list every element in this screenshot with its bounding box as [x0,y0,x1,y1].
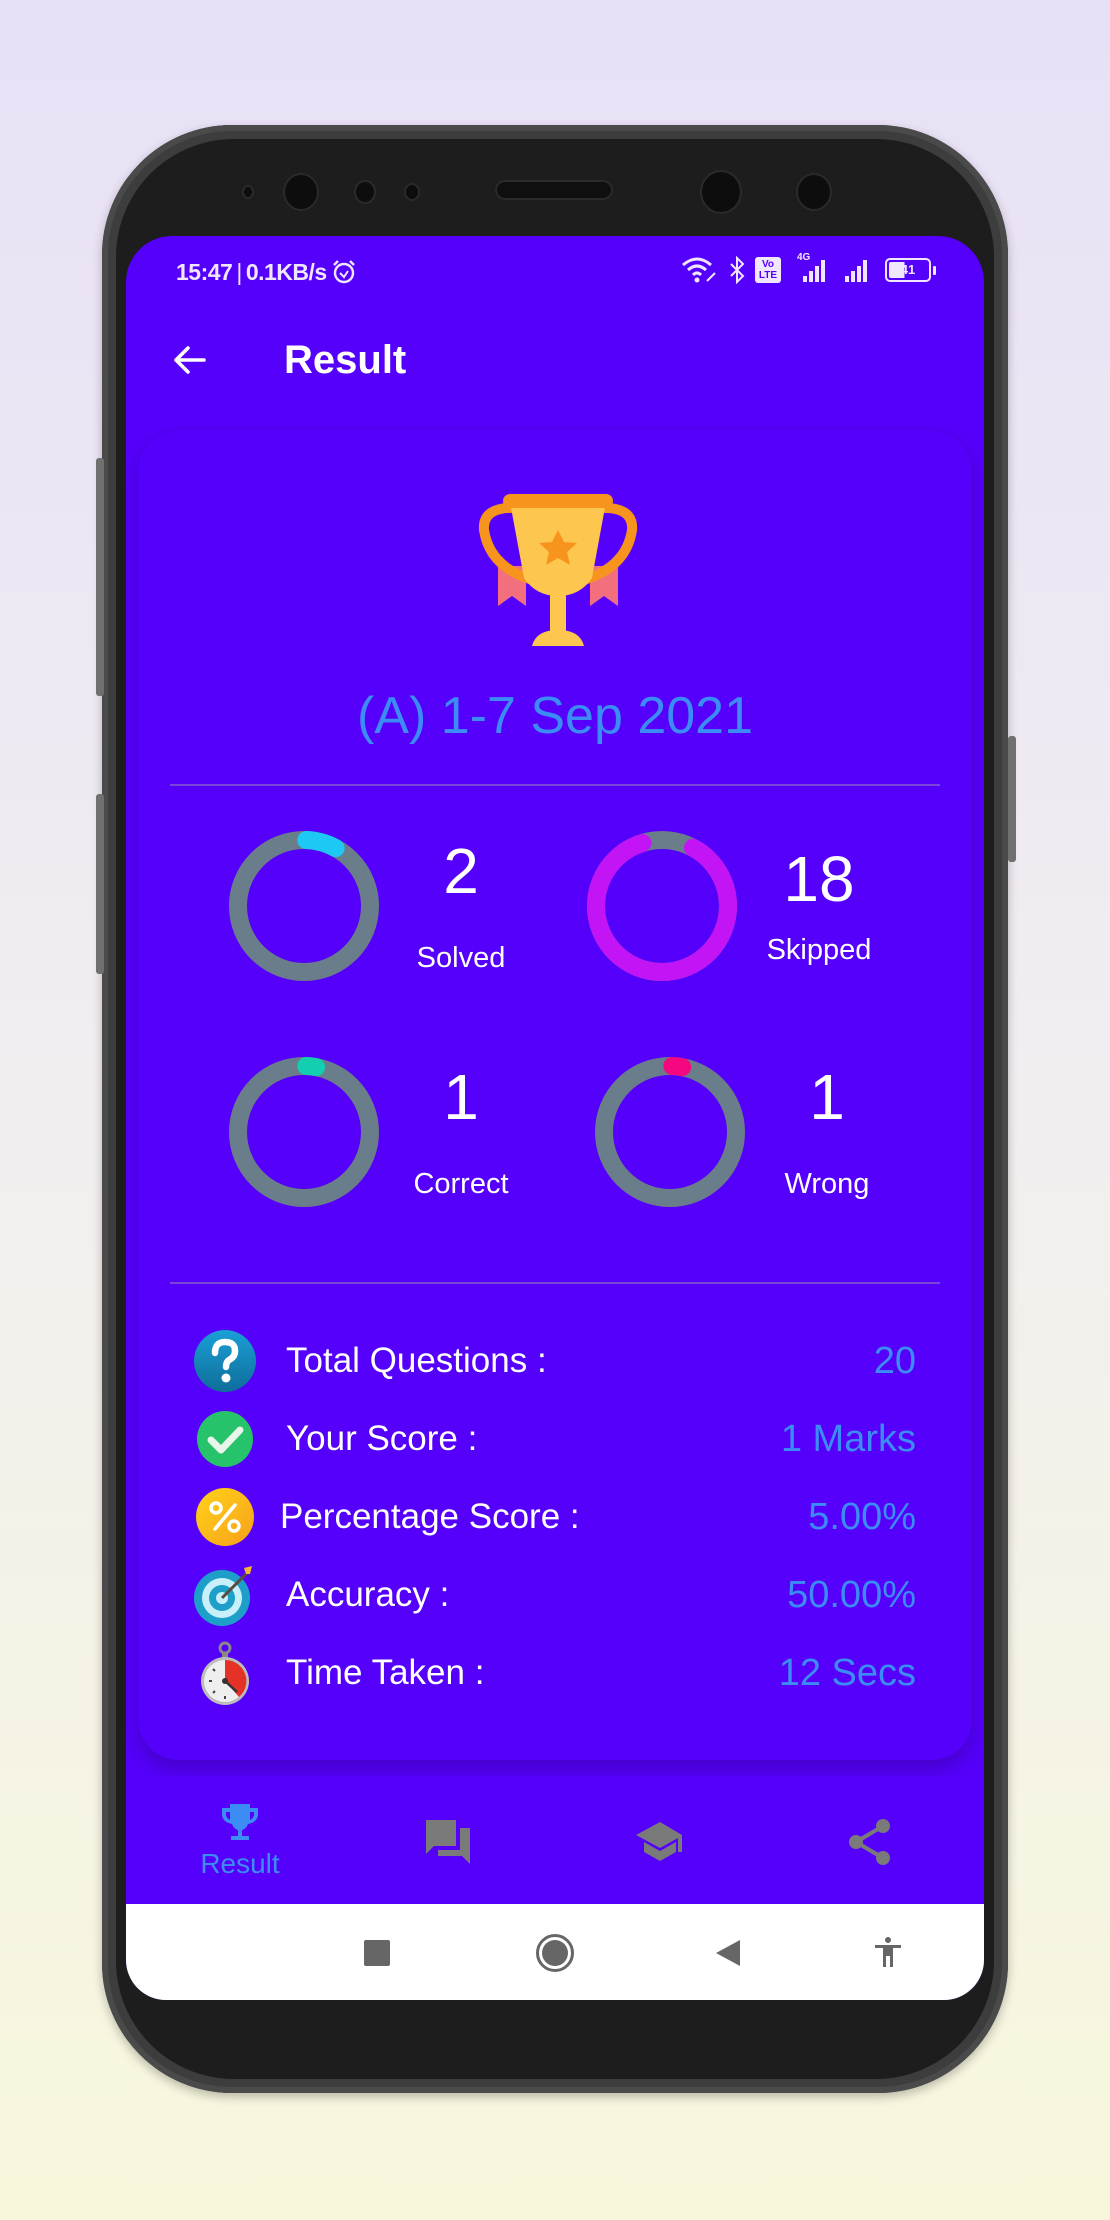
stat-label: Wrong [784,1168,870,1200]
app-screen: 15:47 | 0.1KB/s Vo LTE 4G 41 Result (A) … [126,236,984,2000]
target-icon [192,1562,258,1628]
nav-label: Result [200,1848,280,1879]
forum-icon [426,1820,470,1864]
share-icon [849,1819,890,1865]
status-left: 15:47 | 0.1KB/s [176,258,357,286]
status-right: Vo LTE 4G 41 [681,252,936,284]
quiz-title: (A) 1-7 Sep 2021 [356,687,754,745]
back-icon[interactable] [714,1938,742,1968]
skipped-ring [587,831,737,981]
stat-correct: 1 Correct [228,1056,558,1226]
volume-up-button [96,458,104,696]
question-icon [192,1328,258,1394]
solved-ring [229,831,379,981]
trophy-icon [478,494,638,646]
battery-level: 41 [889,262,927,278]
volume-down-button [96,794,104,974]
school-icon [636,1822,682,1861]
stat-value: 1 [443,1061,479,1133]
stopwatch-icon [192,1640,258,1706]
stat-value: 2 [443,835,479,907]
detail-row-percentage-score: Percentage Score : 5.00% [192,1484,916,1550]
power-button [1008,736,1016,862]
detail-label: Time Taken : [286,1653,485,1692]
app-bar: Result [126,308,984,412]
correct-ring [229,1057,379,1207]
stat-solved: 2 Solved [228,830,558,1000]
stat-label: Solved [416,942,506,974]
detail-value: 5.00% [808,1495,916,1538]
detail-value: 20 [873,1339,916,1382]
status-bar: 15:47 | 0.1KB/s Vo LTE 4G 41 [126,236,984,308]
nav-item-forum[interactable] [348,1776,548,1906]
status-time: 15:47 [176,258,233,285]
detail-value: 50.00% [787,1573,916,1616]
sensor-dot [244,187,252,197]
detail-row-total-questions: Total Questions : 20 [192,1328,916,1394]
detail-row-time-taken: Time Taken : 12 Secs [192,1640,916,1706]
detail-label: Your Score : [286,1419,478,1458]
stat-value: 18 [783,843,855,915]
detail-label: Percentage Score : [280,1497,580,1536]
sensor-dot [798,175,830,209]
nav-item-result[interactable]: Result [140,1776,340,1906]
system-navigation-bar [126,1904,984,2000]
battery-icon: 41 [885,258,936,282]
signal-4g-icon: 4G [791,252,831,284]
back-button[interactable] [164,334,216,386]
home-icon[interactable] [536,1934,574,1972]
bluetooth-icon [730,256,745,284]
detail-label: Accuracy : [286,1575,450,1614]
nav-item-school[interactable] [560,1776,760,1906]
wrong-ring [595,1057,745,1207]
detail-label: Total Questions : [286,1341,547,1380]
arrow-left-icon [174,346,206,374]
ring-track [595,1057,745,1207]
sensor-dot [406,185,418,199]
wifi-icon [682,257,716,283]
front-camera-2 [702,172,740,212]
ring-track [229,1057,379,1207]
network-speed: 0.1KB/s [245,258,327,285]
sensor-dot [356,182,374,202]
detail-value: 1 Marks [780,1417,916,1460]
check-icon [192,1406,258,1472]
result-card: (A) 1-7 Sep 2021 2 Solved 18 Skipped 1 C… [138,430,972,1760]
nav-item-share[interactable] [770,1776,970,1906]
detail-row-accuracy: Accuracy : 50.00% [192,1562,916,1628]
trophy-icon [222,1804,258,1840]
page-title: Result [284,338,407,382]
detail-value: 12 Secs [778,1651,916,1694]
accessibility-icon[interactable] [872,1936,904,1968]
stat-value: 1 [809,1061,845,1133]
volte-icon: Vo LTE [755,257,781,283]
ring-progress-arc [587,831,737,981]
stat-skipped: 18 Skipped [586,830,916,1000]
divider [170,1282,940,1284]
earpiece-speaker [497,182,611,198]
ring-track [229,831,379,981]
stat-label: Correct [413,1168,509,1200]
recents-icon[interactable] [364,1940,390,1966]
signal-icon [845,260,867,282]
detail-row-your-score: Your Score : 1 Marks [192,1406,916,1472]
percent-icon [192,1484,258,1550]
divider [170,784,940,786]
bottom-navigation: Result [126,1776,984,1906]
front-camera [285,175,317,209]
stat-label: Skipped [766,934,872,966]
status-separator: | [236,258,242,285]
stat-wrong: 1 Wrong [594,1056,924,1226]
alarm-icon [332,260,355,284]
